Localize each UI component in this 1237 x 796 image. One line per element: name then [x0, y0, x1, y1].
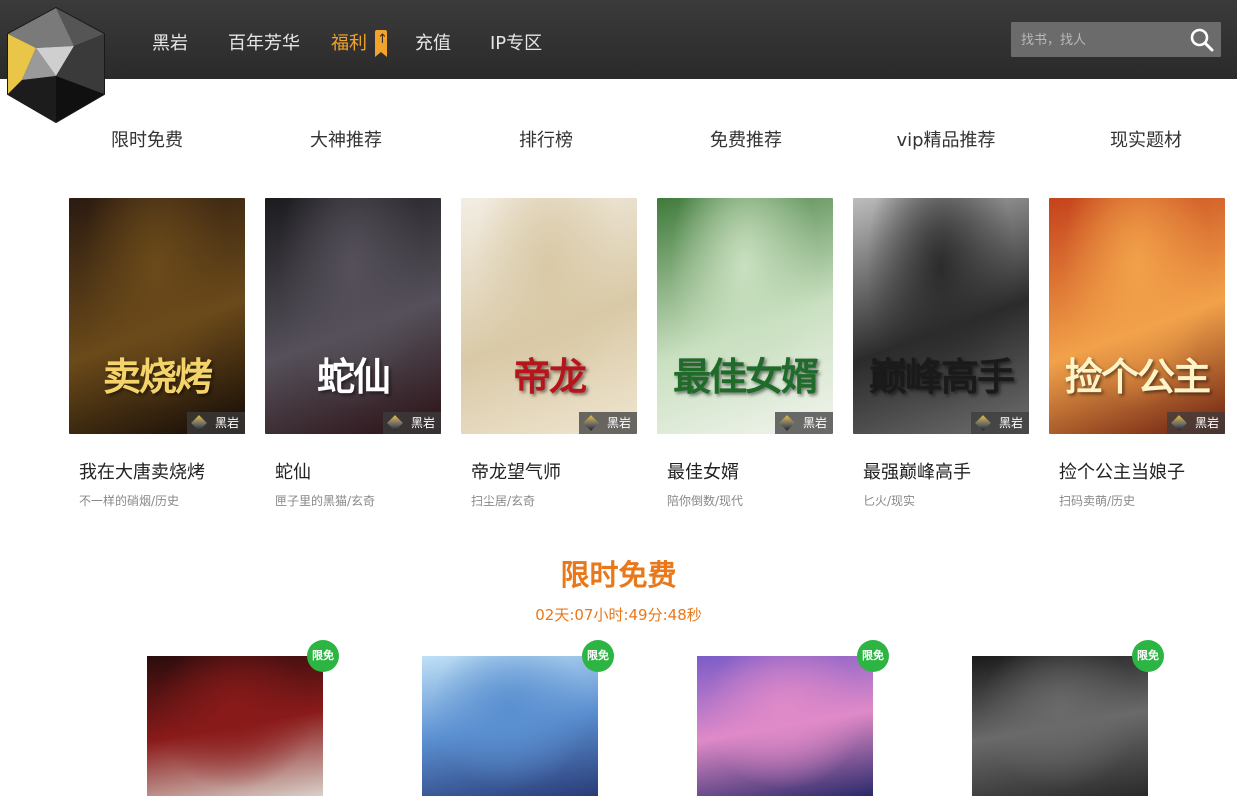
- nav-item-label: 百年芳华: [228, 33, 300, 54]
- free-book-card[interactable]: 限免: [147, 640, 339, 796]
- book-meta: 扫尘居/玄奇: [471, 494, 536, 508]
- book-card[interactable]: 捡个公主 黑岩 捡个公主当娘子 扫码卖萌/历史: [1049, 198, 1225, 509]
- book-card[interactable]: 蛇仙 黑岩 蛇仙 匣子里的黑猫/玄奇: [265, 198, 441, 509]
- book-cover[interactable]: 巅峰高手 黑岩: [853, 198, 1029, 434]
- limited-free-badge: 限免: [1132, 640, 1164, 672]
- nav-item-label: 福利: [331, 33, 367, 54]
- badge-arrow: ↑: [377, 32, 388, 47]
- cover-title: 捡个公主: [1064, 354, 1211, 399]
- free-book-cover[interactable]: [422, 656, 598, 796]
- book-title[interactable]: 我在大唐卖烧烤: [69, 458, 245, 484]
- nav-item-fuli[interactable]: 福利 ↑: [331, 29, 388, 57]
- book-card[interactable]: 卖烧烤 黑岩 我在大唐卖烧烤 不一样的硝烟/历史: [69, 198, 245, 509]
- tab-dashen-tuijian[interactable]: 大神推荐: [266, 126, 426, 152]
- watermark-text: 黑岩: [410, 416, 435, 430]
- heiyan-mini-logo-icon: [583, 415, 599, 431]
- watermark-badge: 黑岩: [775, 412, 833, 434]
- countdown-timer: 02天:07小时:49分:48秒: [535, 606, 702, 624]
- limited-free-badge: 限免: [857, 640, 889, 672]
- watermark-badge: 黑岩: [383, 412, 441, 434]
- free-book-cover[interactable]: [972, 656, 1148, 796]
- book-cover[interactable]: 帝龙 黑岩: [461, 198, 637, 434]
- cover-title: 巅峰高手: [868, 354, 1015, 399]
- tab-paihangbang[interactable]: 排行榜: [466, 126, 626, 152]
- watermark-badge: 黑岩: [579, 412, 637, 434]
- nav-item-label: 充值: [415, 33, 451, 54]
- book-title[interactable]: 最强巅峰高手: [853, 458, 1029, 484]
- tab-mianfei-tuijian[interactable]: 免费推荐: [666, 126, 826, 152]
- section-title: 限时免费: [560, 558, 677, 592]
- tab-vip-jingpin[interactable]: vip精品推荐: [866, 126, 1026, 152]
- book-title[interactable]: 最佳女婿: [657, 458, 833, 484]
- top-navbar: 黑岩 百年芳华 福利 ↑ 充值 IP专区: [0, 0, 1237, 79]
- heiyan-mini-logo-icon: [779, 415, 795, 431]
- nav-item-label: 黑岩: [152, 33, 188, 54]
- book-meta: 匣子里的黑猫/玄奇: [275, 494, 376, 508]
- bookmark-badge-icon: ↑: [375, 30, 388, 57]
- book-meta: 扫码卖萌/历史: [1059, 494, 1136, 508]
- cover-title: 帝龙: [512, 354, 587, 399]
- book-cover[interactable]: 蛇仙 黑岩: [265, 198, 441, 434]
- book-title[interactable]: 捡个公主当娘子: [1049, 458, 1225, 484]
- book-title[interactable]: 蛇仙: [265, 458, 441, 484]
- book-cover[interactable]: 最佳女婿 黑岩: [657, 198, 833, 434]
- cover-title: 蛇仙: [316, 354, 391, 399]
- limited-free-badge: 限免: [307, 640, 339, 672]
- watermark-text: 黑岩: [214, 416, 239, 430]
- free-book-cover[interactable]: [147, 656, 323, 796]
- watermark-badge: 黑岩: [1167, 412, 1225, 434]
- search-box: [1011, 22, 1221, 57]
- watermark-text: 黑岩: [1194, 416, 1219, 430]
- book-card[interactable]: 最佳女婿 黑岩 最佳女婿 陪你倒数/现代: [657, 198, 833, 509]
- tab-xianshi-ticai[interactable]: 现实题材: [1066, 126, 1226, 152]
- free-book-cover[interactable]: [697, 656, 873, 796]
- watermark-badge: 黑岩: [187, 412, 245, 434]
- nav-item-label: IP专区: [490, 33, 543, 54]
- watermark-text: 黑岩: [802, 416, 827, 430]
- nav-item-ip-zone[interactable]: IP专区: [490, 29, 542, 55]
- book-cover[interactable]: 捡个公主 黑岩: [1049, 198, 1225, 434]
- watermark-text: 黑岩: [998, 416, 1023, 430]
- watermark-text: 黑岩: [606, 416, 631, 430]
- heiyan-mini-logo-icon: [975, 415, 991, 431]
- book-meta: 陪你倒数/现代: [667, 494, 744, 508]
- nav-item-bainianfanghua[interactable]: 百年芳华: [228, 29, 300, 55]
- book-title[interactable]: 帝龙望气师: [461, 458, 637, 484]
- book-meta: 匕火/现实: [863, 494, 916, 508]
- book-cover[interactable]: 卖烧烤 黑岩: [69, 198, 245, 434]
- heiyan-logo-icon[interactable]: [4, 6, 108, 124]
- heiyan-mini-logo-icon: [1171, 415, 1187, 431]
- free-book-card[interactable]: 限免: [697, 640, 889, 796]
- nav-item-heiyan[interactable]: 黑岩: [152, 29, 188, 55]
- book-meta: 不一样的硝烟/历史: [79, 494, 180, 508]
- cover-title: 卖烧烤: [102, 354, 213, 399]
- heiyan-mini-logo-icon: [387, 415, 403, 431]
- search-icon[interactable]: [1189, 27, 1215, 53]
- book-card[interactable]: 巅峰高手 黑岩 最强巅峰高手 匕火/现实: [853, 198, 1029, 509]
- free-book-card[interactable]: 限免: [972, 640, 1164, 796]
- search-input[interactable]: [1019, 29, 1183, 51]
- limited-free-badge: 限免: [582, 640, 614, 672]
- watermark-badge: 黑岩: [971, 412, 1029, 434]
- cover-title: 最佳女婿: [672, 354, 819, 399]
- heiyan-mini-logo-icon: [191, 415, 207, 431]
- free-book-card[interactable]: 限免: [422, 640, 614, 796]
- tab-xianshi-mianfei[interactable]: 限时免费: [67, 126, 227, 152]
- category-tabs: 限时免费 大神推荐 排行榜 免费推荐 vip精品推荐 现实题材: [0, 126, 1237, 152]
- book-card[interactable]: 帝龙 黑岩 帝龙望气师 扫尘居/玄奇: [461, 198, 637, 509]
- nav-item-chongzhi[interactable]: 充值: [415, 29, 451, 55]
